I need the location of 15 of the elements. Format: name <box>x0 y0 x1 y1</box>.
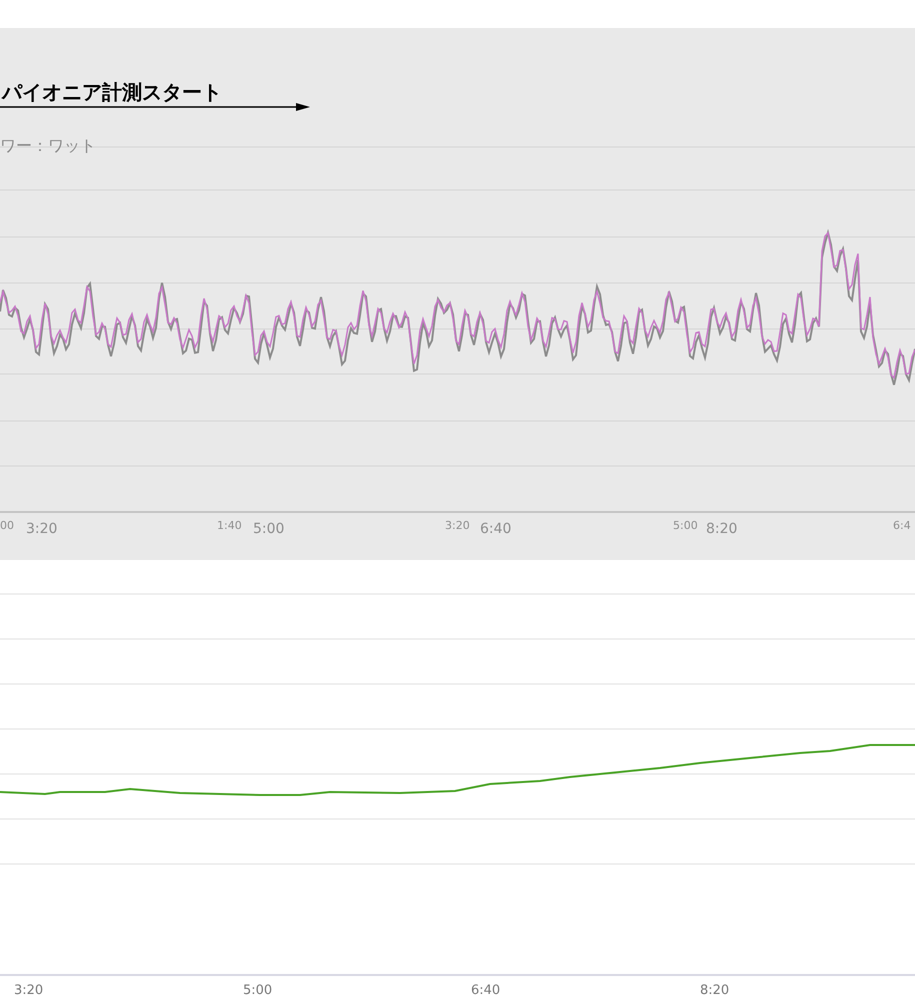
time-label: 1:40 <box>217 519 242 532</box>
time-label: 5:00 <box>253 521 284 537</box>
time-label: 5:00 <box>673 519 698 532</box>
time-label: 6:4 <box>893 519 911 532</box>
time-label: 8:20 <box>700 983 730 998</box>
time-label: 8:20 <box>706 521 738 537</box>
time-label: 3:20 <box>26 521 58 537</box>
annotation-text: パイオニア計測スタート <box>1 80 223 104</box>
time-label: 3:20 <box>445 519 470 532</box>
axis-label: ワー：ワット <box>0 136 96 157</box>
time-label: 5:00 <box>243 983 272 998</box>
time-label: 3:20 <box>14 983 44 998</box>
time-label: 6:40 <box>480 521 512 537</box>
time-label: 00 <box>0 519 14 532</box>
time-label: 6:40 <box>471 983 500 998</box>
